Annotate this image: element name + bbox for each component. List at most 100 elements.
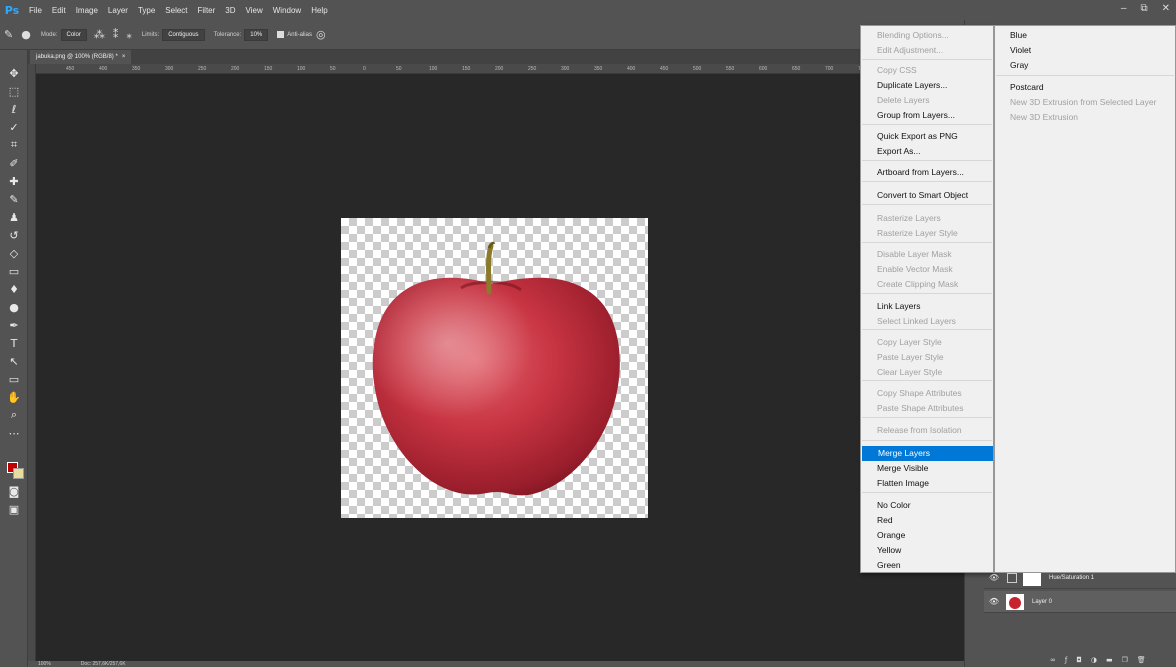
anti-alias-checkbox[interactable] bbox=[277, 31, 285, 38]
sampling-once-icon[interactable]: ⁑ bbox=[113, 28, 119, 41]
layer-context-menu: Blending Options... Edit Adjustment... Cop… bbox=[860, 25, 994, 573]
path-selection-tool-icon[interactable]: ↖ bbox=[0, 352, 28, 370]
menu-item-merge-visible[interactable]: Merge Visible bbox=[861, 461, 993, 476]
restore-button[interactable]: ⧉ bbox=[1140, 3, 1147, 14]
new-layer-icon[interactable]: ❐ bbox=[1122, 656, 1128, 664]
menu-separator bbox=[862, 417, 992, 418]
ruler-tick-label: 300 bbox=[165, 66, 174, 72]
menu-item-artboard-from-layers[interactable]: Artboard from Layers... bbox=[861, 165, 993, 180]
canvas-area[interactable] bbox=[36, 74, 964, 661]
ruler-tick-label: 500 bbox=[693, 66, 702, 72]
zoom-tool-icon[interactable]: ⌕ bbox=[0, 406, 28, 424]
menu-help[interactable]: Help bbox=[306, 6, 332, 15]
pen-tool-icon[interactable]: ✒ bbox=[0, 316, 28, 334]
mode-select[interactable]: Color bbox=[60, 28, 87, 41]
menu-layer[interactable]: Layer bbox=[103, 6, 133, 15]
more-tools-icon[interactable]: ⋯ bbox=[0, 424, 28, 442]
toolbar-header bbox=[0, 50, 27, 64]
clone-stamp-tool-icon[interactable]: ♟ bbox=[0, 208, 28, 226]
layers-panel-footer: ∞ ƒ ◘ ◑ ▬ ❐ 🗑 bbox=[1050, 656, 1146, 664]
menu-filter[interactable]: Filter bbox=[193, 6, 221, 15]
menu-file[interactable]: File bbox=[24, 6, 47, 15]
menu-item-group-from-layers[interactable]: Group from Layers... bbox=[861, 108, 993, 123]
menu-item-link-layers[interactable]: Link Layers bbox=[861, 299, 993, 314]
menu-item-postcard[interactable]: Postcard bbox=[995, 80, 1175, 95]
layer-name[interactable]: Layer 0 bbox=[1032, 599, 1052, 605]
rectangle-tool-icon[interactable]: ▭ bbox=[0, 370, 28, 388]
menu-item-blue[interactable]: Blue bbox=[995, 28, 1175, 43]
document-tab[interactable]: jabuka.png @ 100% (RGB/8) * × bbox=[30, 50, 132, 64]
zoom-level[interactable]: 100% bbox=[38, 661, 51, 667]
dodge-tool-icon[interactable]: ● bbox=[0, 298, 28, 316]
visibility-eye-icon[interactable]: 👁 bbox=[984, 573, 1004, 582]
menu-item-release-from-isolation: Release from Isolation bbox=[877, 425, 962, 435]
type-tool-icon[interactable]: T bbox=[0, 334, 28, 352]
tolerance-input[interactable]: 10% bbox=[244, 28, 269, 41]
folder-icon[interactable]: ▬ bbox=[1106, 656, 1113, 664]
eraser-tool-icon[interactable]: ◇ bbox=[0, 244, 28, 262]
fx-icon[interactable]: ƒ bbox=[1065, 656, 1067, 664]
apple-image bbox=[372, 241, 620, 496]
minimize-button[interactable]: – bbox=[1121, 3, 1127, 14]
menu-item-red[interactable]: Red bbox=[861, 513, 993, 528]
visibility-eye-icon[interactable]: 👁 bbox=[984, 597, 1004, 606]
screen-mode-icon[interactable]: ▣ bbox=[0, 500, 28, 518]
menu-item-gray[interactable]: Gray bbox=[995, 58, 1175, 73]
menu-item-violet[interactable]: Violet bbox=[995, 43, 1175, 58]
quick-mask-icon[interactable]: ◙ bbox=[0, 482, 28, 500]
background-color-swatch[interactable] bbox=[13, 468, 24, 479]
ruler-tick-label: 250 bbox=[528, 66, 537, 72]
menu-separator bbox=[862, 242, 992, 243]
context-menu-continuation: Blue Violet Gray Postcard New 3D Extrusion f… bbox=[994, 25, 1176, 573]
history-brush-tool-icon[interactable]: ↺ bbox=[0, 226, 28, 244]
menu-select[interactable]: Select bbox=[160, 6, 192, 15]
trash-icon[interactable]: 🗑 bbox=[1137, 656, 1146, 664]
document-tab-close[interactable]: × bbox=[122, 54, 126, 60]
menu-item-convert-to-smart-object[interactable]: Convert to Smart Object bbox=[861, 188, 993, 203]
layer-thumbnail[interactable] bbox=[1006, 593, 1024, 610]
adjustment-layer-icon bbox=[1007, 572, 1017, 583]
menu-item-orange[interactable]: Orange bbox=[861, 528, 993, 543]
menu-separator bbox=[862, 160, 992, 161]
gradient-tool-icon[interactable]: ▭ bbox=[0, 262, 28, 280]
move-tool-icon[interactable]: ✥ bbox=[0, 64, 28, 82]
menu-3d[interactable]: 3D bbox=[220, 6, 240, 15]
document-canvas[interactable] bbox=[341, 218, 648, 518]
crop-tool-icon[interactable]: ⌗ bbox=[0, 136, 28, 154]
menu-view[interactable]: View bbox=[241, 6, 268, 15]
pressure-size-icon[interactable]: ◎ bbox=[316, 28, 326, 41]
blur-tool-icon[interactable]: ♦ bbox=[0, 280, 28, 298]
menu-item-flatten-image[interactable]: Flatten Image bbox=[861, 476, 993, 491]
menu-type[interactable]: Type bbox=[133, 6, 160, 15]
adjustment-icon[interactable]: ◑ bbox=[1091, 656, 1097, 664]
sampling-background-icon[interactable]: ⁎ bbox=[126, 28, 132, 41]
lasso-tool-icon[interactable]: ℓ bbox=[0, 100, 28, 118]
marquee-tool-icon[interactable]: ⬚ bbox=[0, 82, 28, 100]
healing-brush-tool-icon[interactable]: ✚ bbox=[0, 172, 28, 190]
ruler-tick-label: 50 bbox=[330, 66, 336, 72]
quick-selection-tool-icon[interactable]: ✓ bbox=[0, 118, 28, 136]
mask-icon[interactable]: ◘ bbox=[1076, 656, 1082, 664]
menu-edit[interactable]: Edit bbox=[47, 6, 71, 15]
menu-item-quick-export-as-png[interactable]: Quick Export as PNG bbox=[861, 129, 993, 144]
color-replacement-tool-icon[interactable]: ✎ bbox=[4, 28, 13, 41]
eyedropper-tool-icon[interactable]: ✐ bbox=[0, 154, 28, 172]
close-button[interactable]: ✕ bbox=[1162, 3, 1170, 14]
menu-image[interactable]: Image bbox=[71, 6, 103, 15]
menu-item-yellow[interactable]: Yellow bbox=[861, 543, 993, 558]
link-icon[interactable]: ∞ bbox=[1050, 656, 1056, 664]
menu-window[interactable]: Window bbox=[268, 6, 306, 15]
limits-select[interactable]: Contiguous bbox=[162, 28, 205, 41]
menu-item-no-color[interactable]: No Color bbox=[861, 498, 993, 513]
menu-item-export-as[interactable]: Export As... bbox=[861, 144, 993, 159]
brush-size-icon[interactable]: ● bbox=[21, 28, 31, 41]
menu-item-merge-layers[interactable]: Merge Layers bbox=[862, 446, 993, 461]
menu-item-green[interactable]: Green bbox=[861, 558, 993, 573]
ruler-tick-label: 350 bbox=[594, 66, 603, 72]
layer-name[interactable]: Hue/Saturation 1 bbox=[1049, 575, 1094, 581]
brush-tool-icon[interactable]: ✎ bbox=[0, 190, 28, 208]
sampling-continuous-icon[interactable]: ⁂ bbox=[94, 28, 105, 41]
hand-tool-icon[interactable]: ✋ bbox=[0, 388, 28, 406]
layer-row-layer-0[interactable]: 👁 Layer 0 bbox=[984, 591, 1176, 613]
menu-item-duplicate-layers[interactable]: Duplicate Layers... bbox=[861, 78, 993, 93]
